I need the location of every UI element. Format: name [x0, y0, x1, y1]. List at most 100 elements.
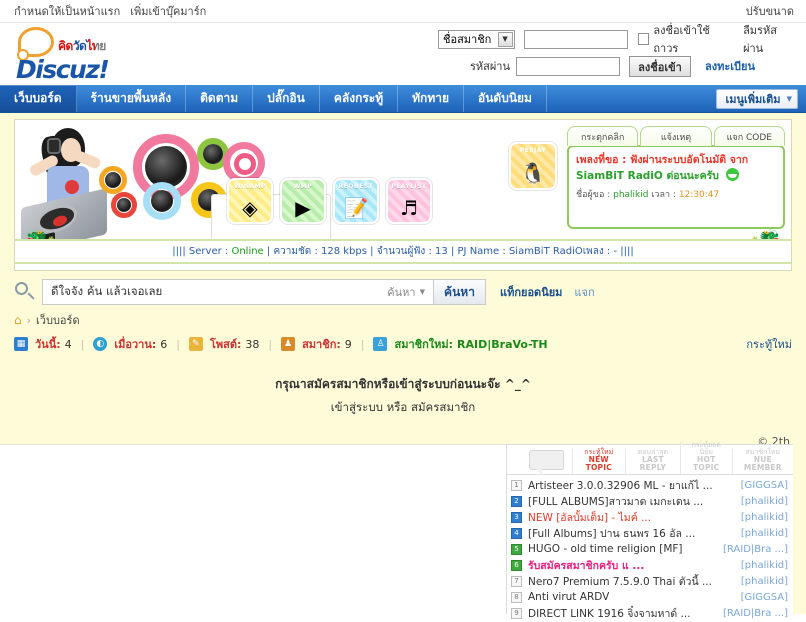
- account-type-select[interactable]: ชื่อสมาชิก ▼: [438, 30, 515, 49]
- request-icon: 📝: [344, 198, 369, 218]
- password-input[interactable]: [516, 57, 620, 76]
- time-value: 12:30:47: [679, 190, 719, 200]
- table-row[interactable]: 9 DIRECT LINK 1916 จิ๋งจามหาด์ ... [RAID…: [507, 605, 793, 621]
- nav-item-ranking[interactable]: อันดับนิยม: [464, 85, 547, 112]
- row-number: 5: [511, 544, 522, 555]
- site-logo[interactable]: คิดวัดไทย Discuz!: [14, 25, 144, 83]
- stat-members-value: 9: [345, 338, 352, 351]
- search-input[interactable]: [43, 280, 379, 304]
- breadcrumb-item-forum[interactable]: เว็บบอร์ด: [36, 311, 80, 329]
- row-number: 2: [511, 496, 522, 507]
- pencil-icon: ✎: [189, 337, 203, 351]
- speaker-core-icon: [203, 144, 223, 164]
- server-value: Online: [231, 246, 263, 257]
- radio-now-playing: เพลงที่ขอ : ฟังผ่านระบบอัตโนมัติ จาก Sia…: [567, 145, 785, 229]
- table-row[interactable]: 6 รับสมัครสมาชิกครับ แ ... [phalikid]: [507, 557, 793, 573]
- home-icon[interactable]: ⌂: [14, 313, 22, 327]
- new-member-value[interactable]: RAID|BraVo-TH: [457, 338, 548, 351]
- notice-register-link[interactable]: สมัครสมาชิก: [411, 400, 475, 414]
- logo-thai-text: คิดวัดไทย: [58, 37, 106, 56]
- breadcrumb: ⌂ › เว็บบอร์ด: [14, 311, 792, 329]
- bitrate-label: ความชัด :: [273, 246, 317, 257]
- table-row[interactable]: 8 Anti virut ARDV [GIGGSA]: [507, 589, 793, 605]
- tab-new-member[interactable]: สมาชิกใหม่ NUE MEMBER: [732, 449, 793, 474]
- row-author[interactable]: [GIGGSA]: [741, 592, 788, 603]
- table-row[interactable]: 4 [Full Albums] ปาน ธนพร 16 อัล ... [pha…: [507, 525, 793, 541]
- nav-item-forum[interactable]: เว็บบอร์ด: [0, 85, 77, 112]
- row-author[interactable]: [phalikid]: [741, 512, 788, 523]
- song-value: ฟังผ่านระบบอัตโนมัติ จาก: [630, 154, 748, 166]
- peejay-button[interactable]: PEEJAY 🐧: [509, 142, 557, 190]
- stat-today-label: วันนี้:: [35, 335, 61, 353]
- radio-banner: WINAMP ◈ WMP ▶ REQUEST 📝 PLAYLIST ♬ PEEJ…: [14, 119, 792, 271]
- row-author[interactable]: [GIGGSA]: [741, 480, 788, 491]
- add-bookmark-link[interactable]: เพิ่มเข้าบุ๊คมาร์ก: [130, 2, 206, 20]
- new-thread-link[interactable]: กระทู้ใหม่: [746, 335, 792, 353]
- smiley-icon: [726, 168, 739, 181]
- row-author[interactable]: [phalikid]: [741, 528, 788, 539]
- row-title[interactable]: Nero7 Premium 7.5.9.0 Thai ตัวนี้ ...: [528, 573, 735, 590]
- chevron-down-icon[interactable]: ▼: [498, 32, 513, 47]
- wmp-button[interactable]: WMP ▶: [280, 178, 326, 224]
- row-title[interactable]: DIRECT LINK 1916 จิ๋งจามหาด์ ...: [528, 605, 717, 622]
- nav-item-plugin[interactable]: ปลั๊กอิน: [253, 85, 320, 112]
- nav-item-shop[interactable]: ร้านขายพื้นหลัง: [77, 85, 187, 112]
- row-title[interactable]: Artisteer 3.0.0.32906 ML - ยาแก้ไ ...: [528, 477, 735, 494]
- radio-tabs: กระตุกคลิก แจ้งเหตุ แจก CODE: [567, 126, 785, 146]
- row-title[interactable]: รับสมัครสมาชิกครับ แ ...: [528, 557, 735, 574]
- right-cream-strip: [793, 444, 806, 614]
- hot-tags-link[interactable]: แท็กยอดนิยม: [500, 283, 562, 301]
- row-author[interactable]: [RAID|Bra ...]: [723, 608, 788, 619]
- row-number: 8: [511, 592, 522, 603]
- table-row[interactable]: 1 Artisteer 3.0.0.32906 ML - ยาแก้ไ ... …: [507, 477, 793, 493]
- row-title[interactable]: [FULL ALBUMS]สาวมาด เมกะเดน ...: [528, 493, 735, 510]
- row-author[interactable]: [phalikid]: [741, 576, 788, 587]
- radio-tab-click[interactable]: กระตุกคลิก: [567, 126, 638, 146]
- tab-hot-topic[interactable]: กระทู้ยอดนิยม HOT TOPIC: [680, 442, 732, 474]
- row-title[interactable]: [Full Albums] ปาน ธนพร 16 อัล ...: [528, 525, 735, 542]
- tab-new-topic[interactable]: กระทู้ใหม่ NEW TOPIC: [572, 449, 625, 474]
- table-row[interactable]: 7 Nero7 Premium 7.5.9.0 Thai ตัวนี้ ... …: [507, 573, 793, 589]
- table-row[interactable]: 2 [FULL ALBUMS]สาวมาด เมกะเดน ... [phali…: [507, 493, 793, 509]
- set-homepage-link[interactable]: กำหนดให้เป็นหน้าแรก: [14, 2, 120, 20]
- nav-item-archive[interactable]: คลังกระทู้: [320, 85, 398, 112]
- radio-tab-report[interactable]: แจ้งเหตุ: [640, 126, 711, 146]
- clock-icon: ◐: [93, 337, 107, 351]
- stat-posts-value: 38: [245, 338, 259, 351]
- winamp-button[interactable]: WINAMP ◈: [227, 178, 273, 224]
- row-title[interactable]: NEW [อัลบั้มเต็ม] - ไมค์ ...: [528, 509, 735, 526]
- table-row[interactable]: 3 NEW [อัลบั้มเต็ม] - ไมค์ ... [phalikid…: [507, 509, 793, 525]
- chevron-down-icon: ▼: [420, 288, 425, 296]
- users-icon: ♟: [281, 337, 295, 351]
- server-label: Server :: [189, 246, 228, 257]
- request-label: REQUEST: [335, 183, 377, 190]
- nav-item-greeting[interactable]: ทักทาย: [398, 85, 464, 112]
- tab-last-reply[interactable]: ตอบล่าสุด LAST REPLY: [625, 449, 680, 474]
- topic-list-panel: กระทู้ใหม่ NEW TOPIC ตอบล่าสุด LAST REPL…: [506, 444, 793, 614]
- request-button[interactable]: REQUEST 📝: [333, 178, 379, 224]
- main-navigation: เว็บบอร์ด ร้านขายพื้นหลัง ติดตาม ปลั๊กอิ…: [0, 85, 806, 113]
- playlist-button[interactable]: PLAYLIST ♬: [386, 178, 432, 224]
- row-author[interactable]: [RAID|Bra ...]: [723, 544, 788, 555]
- more-menu-button[interactable]: เมนูเพิ่มเติม ▼: [716, 89, 798, 109]
- radio-tab-code[interactable]: แจก CODE: [714, 126, 785, 146]
- row-author[interactable]: [phalikid]: [741, 560, 788, 571]
- chart-icon: ▦: [14, 337, 28, 351]
- remember-checkbox[interactable]: [638, 33, 650, 45]
- search-scope-dropdown[interactable]: ค้นหา ▼: [379, 280, 433, 304]
- resize-link[interactable]: ปรับขนาด: [746, 2, 794, 20]
- search-button[interactable]: ค้นหา: [434, 279, 486, 305]
- row-title[interactable]: HUGO - old time religion [MF]: [528, 543, 717, 555]
- row-author[interactable]: [phalikid]: [741, 496, 788, 507]
- forgot-password-link[interactable]: ลืมรหัสผ่าน: [743, 21, 796, 57]
- nav-item-follow[interactable]: ติดตาม: [186, 85, 253, 112]
- row-title[interactable]: Anti virut ARDV: [528, 591, 735, 603]
- logo-brand-text: Discuz!: [16, 55, 108, 84]
- give-link[interactable]: แจก: [574, 283, 594, 301]
- search-bar: ค้นหา ▼ ค้นหา แท็กยอดนิยม แจก: [14, 278, 792, 306]
- login-button[interactable]: ลงชื่อเข้า: [629, 56, 691, 77]
- table-row[interactable]: 5 HUGO - old time religion [MF] [RAID|Br…: [507, 541, 793, 557]
- username-input[interactable]: [524, 30, 628, 49]
- notice-login-link[interactable]: เข้าสู่ระบบ: [331, 400, 383, 414]
- register-link[interactable]: ลงทะเบียน: [705, 57, 755, 75]
